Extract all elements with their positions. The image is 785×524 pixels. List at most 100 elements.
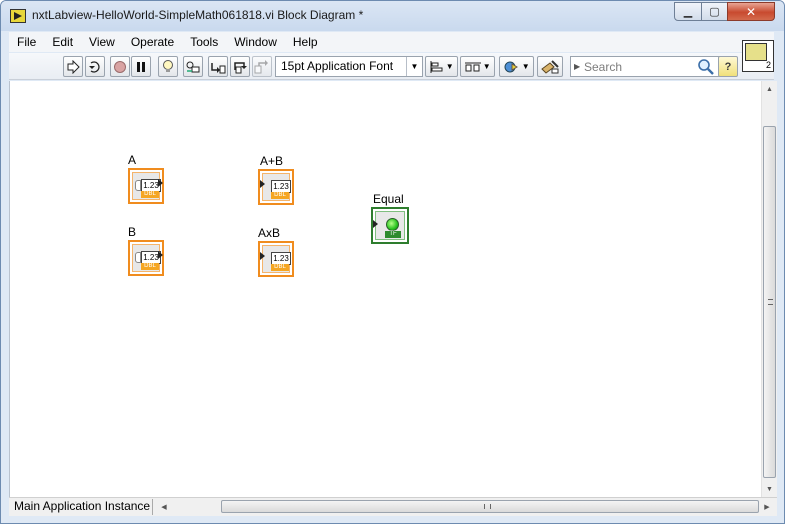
- step-into-button[interactable]: [208, 56, 228, 77]
- boolean-indicator-equal[interactable]: TF: [371, 207, 409, 244]
- close-icon: ✕: [745, 4, 757, 19]
- text-settings-value: 15pt Application Font: [281, 59, 394, 73]
- menu-tools[interactable]: Tools: [182, 35, 226, 49]
- scroll-left-icon[interactable]: ◀: [157, 500, 171, 514]
- highlight-execution-icon: [163, 60, 173, 72]
- chevron-down-icon: ▼: [406, 57, 422, 76]
- vertical-scroll-thumb[interactable]: [763, 126, 776, 478]
- labview-vi-icon[interactable]: [10, 9, 26, 23]
- pause-icon: [137, 61, 145, 72]
- distribute-objects-icon: [465, 62, 482, 71]
- numeric-control-a[interactable]: 1.23 DBL: [128, 168, 164, 204]
- vertical-scrollbar[interactable]: ▲ ▼: [761, 81, 777, 497]
- reorder-icon: [504, 61, 519, 72]
- title-bar[interactable]: nxtLabview-HelloWorld-SimpleMath061818.v…: [1, 1, 784, 31]
- text-settings-dropdown[interactable]: 15pt Application Font ▼: [275, 56, 423, 77]
- datatype-badge: DBL: [141, 263, 159, 270]
- scroll-right-icon[interactable]: ▶: [760, 500, 774, 514]
- search-button[interactable]: [697, 58, 715, 78]
- retain-wire-values-button[interactable]: [183, 56, 203, 77]
- terminal-label-a-plus-b: A+B: [260, 154, 284, 168]
- step-into-icon: [211, 62, 226, 73]
- grip-icon: [484, 504, 491, 509]
- pause-button[interactable]: [131, 56, 151, 77]
- help-icon: ?: [724, 60, 732, 73]
- grip-icon: [768, 299, 773, 305]
- maximize-button[interactable]: ▢: [701, 2, 728, 21]
- numeric-indicator-a-plus-b[interactable]: 1.23 DBL: [258, 169, 294, 205]
- context-help-button[interactable]: ?: [718, 56, 738, 77]
- align-objects-dropdown[interactable]: ▼: [425, 56, 458, 77]
- labview-window: nxtLabview-HelloWorld-SimpleMath061818.v…: [0, 0, 785, 524]
- toolbar: 15pt Application Font ▼ ▼ ▼ ▼ ▶ ?: [9, 40, 774, 80]
- search-icon: [698, 59, 714, 75]
- vi-icon-image: [745, 43, 767, 61]
- menu-window[interactable]: Window: [226, 35, 285, 49]
- terminal-face: TF: [375, 211, 405, 240]
- horizontal-scroll-thumb[interactable]: [221, 500, 759, 513]
- step-over-button[interactable]: [230, 56, 250, 77]
- terminal-face: 1.23 DBL: [262, 245, 291, 273]
- datatype-badge: DBL: [141, 191, 159, 198]
- window-title: nxtLabview-HelloWorld-SimpleMath061818.v…: [32, 8, 364, 22]
- menu-file[interactable]: File: [9, 35, 44, 49]
- terminal-face: 1.23 DBL: [132, 244, 161, 272]
- menu-view[interactable]: View: [81, 35, 123, 49]
- application-instance-label[interactable]: Main Application Instance: [11, 499, 153, 515]
- datatype-badge: DBL: [271, 264, 289, 271]
- terminal-label-b: B: [128, 225, 137, 239]
- input-arrow-icon: [260, 180, 265, 188]
- chevron-down-icon: ▼: [445, 62, 454, 71]
- numeric-indicator-a-times-b[interactable]: 1.23 DBL: [258, 241, 294, 277]
- vi-connector-icon[interactable]: 2: [742, 40, 774, 72]
- vi-icon-number: 2: [765, 60, 771, 70]
- maximize-icon: ▢: [709, 6, 720, 18]
- menu-edit[interactable]: Edit: [44, 35, 81, 49]
- run-button[interactable]: [63, 56, 83, 77]
- terminal-label-a: A: [128, 153, 137, 167]
- menu-help[interactable]: Help: [285, 35, 326, 49]
- cleanup-diagram-button[interactable]: [537, 56, 563, 77]
- input-arrow-icon: [260, 252, 265, 260]
- cleanup-diagram-icon: [541, 59, 559, 74]
- terminal-face: 1.23 DBL: [132, 172, 161, 200]
- menu-bar: File Edit View Operate Tools Window Help: [9, 32, 774, 52]
- step-out-button[interactable]: [252, 56, 272, 77]
- menu-operate[interactable]: Operate: [123, 35, 182, 49]
- block-diagram-canvas[interactable]: A 1.23 DBL B 1.23 DBL A+B 1.23 DBL AxB 1…: [9, 81, 761, 497]
- numeric-control-b[interactable]: 1.23 DBL: [128, 240, 164, 276]
- led-icon: [386, 218, 399, 231]
- horizontal-scrollbar[interactable]: ◀ ▶: [155, 498, 770, 516]
- output-arrow-icon: [158, 179, 163, 187]
- input-arrow-icon: [373, 220, 378, 228]
- abort-icon: [114, 60, 126, 73]
- reorder-dropdown[interactable]: ▼: [499, 56, 534, 77]
- distribute-objects-dropdown[interactable]: ▼: [460, 56, 495, 77]
- step-over-icon: [234, 61, 247, 73]
- search-input[interactable]: [584, 59, 692, 74]
- close-button[interactable]: ✕: [727, 2, 775, 21]
- terminal-label-a-times-b: AxB: [258, 226, 281, 240]
- align-objects-icon: [430, 60, 443, 73]
- datatype-badge: TF: [385, 231, 401, 238]
- run-continuously-icon: [89, 60, 100, 73]
- retain-wire-values-icon: [186, 61, 200, 72]
- output-arrow-icon: [158, 251, 163, 259]
- scroll-down-icon[interactable]: ▼: [762, 481, 777, 497]
- chevron-down-icon: ▼: [521, 62, 530, 71]
- highlight-execution-button[interactable]: [158, 56, 178, 77]
- search-options-icon[interactable]: ▶: [574, 62, 580, 71]
- search-box: ▶: [570, 56, 720, 77]
- run-continuously-button[interactable]: [85, 56, 105, 77]
- scroll-up-icon[interactable]: ▲: [762, 81, 777, 97]
- terminal-face: 1.23 DBL: [262, 173, 291, 201]
- minimize-icon: ▁: [683, 6, 693, 18]
- run-arrow-icon: [67, 59, 80, 74]
- step-out-icon: [254, 59, 268, 73]
- abort-button[interactable]: [110, 56, 130, 77]
- datatype-badge: DBL: [271, 192, 289, 199]
- minimize-button[interactable]: ▁: [674, 2, 702, 21]
- status-bar: Main Application Instance ◀ ▶: [9, 497, 777, 516]
- terminal-label-equal: Equal: [373, 192, 404, 206]
- chevron-down-icon: ▼: [482, 62, 491, 71]
